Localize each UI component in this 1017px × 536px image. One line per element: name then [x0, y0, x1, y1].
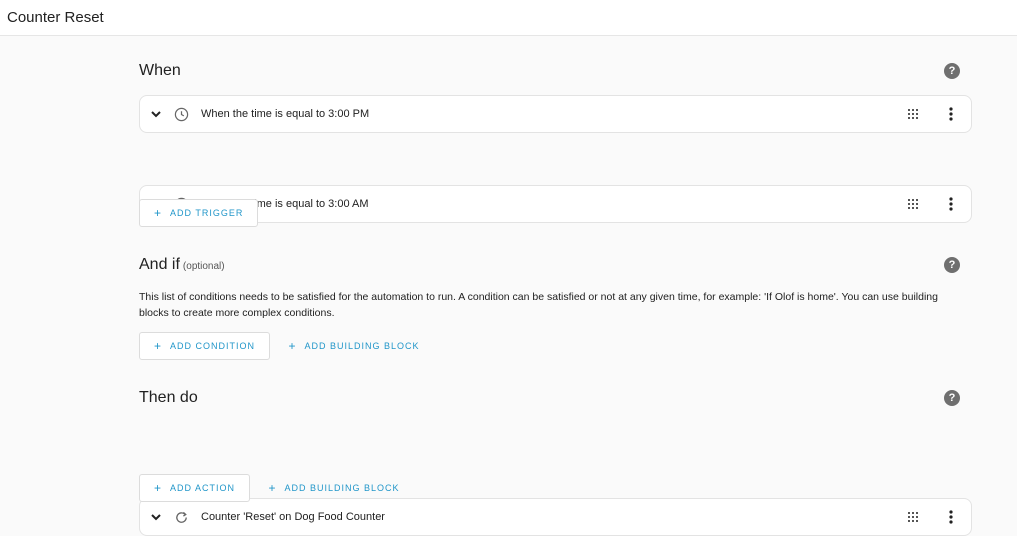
add-building-block-button[interactable]: + ADD BUILDING BLOCK — [274, 332, 433, 360]
help-icon[interactable]: ? — [944, 63, 960, 79]
plus-icon: + — [288, 339, 297, 353]
add-condition-button[interactable]: + ADD CONDITION — [139, 332, 271, 360]
plus-icon: + — [154, 206, 163, 220]
plus-icon: + — [154, 339, 163, 353]
trigger-label: When the time is equal to 3:00 PM — [201, 108, 370, 120]
when-header: When ? — [139, 62, 972, 86]
when-actions: + ADD TRIGGER — [139, 199, 972, 227]
when-section: When ? — [139, 62, 972, 86]
add-trigger-button[interactable]: + ADD TRIGGER — [139, 199, 259, 227]
and-if-header: And if (optional) ? — [139, 256, 972, 280]
refresh-icon — [173, 509, 189, 525]
add-trigger-label: ADD TRIGGER — [170, 208, 244, 218]
plus-icon: + — [268, 481, 277, 495]
then-do-actions: + ADD ACTION + ADD BUILDING BLOCK — [139, 474, 972, 502]
add-building-block-label: ADD BUILDING BLOCK — [304, 341, 420, 351]
then-do-heading: Then do — [139, 389, 198, 406]
add-building-block-label: ADD BUILDING BLOCK — [284, 483, 400, 493]
add-condition-label: ADD CONDITION — [170, 341, 256, 351]
add-action-label: ADD ACTION — [170, 483, 236, 493]
add-building-block-button[interactable]: + ADD BUILDING BLOCK — [254, 474, 413, 502]
drag-handle-icon[interactable] — [907, 108, 919, 120]
automation-editor: When ? When the time is equal to 3:00 PM — [0, 36, 1017, 536]
trigger-card[interactable]: When the time is equal to 3:00 PM — [139, 95, 972, 133]
when-heading: When — [139, 62, 181, 79]
optional-label: (optional) — [182, 261, 225, 272]
more-menu-icon[interactable] — [945, 106, 957, 122]
and-if-actions: + ADD CONDITION + ADD BUILDING BLOCK — [139, 332, 972, 360]
plus-icon: + — [154, 481, 163, 495]
page-title: Counter Reset — [7, 9, 104, 26]
action-card[interactable]: Counter 'Reset' on Dog Food Counter — [139, 498, 972, 536]
and-if-section: And if (optional) ? — [139, 256, 972, 280]
clock-icon — [173, 106, 189, 122]
drag-handle-icon[interactable] — [907, 511, 919, 523]
and-if-heading: And if — [139, 256, 180, 273]
chevron-down-icon[interactable] — [151, 513, 163, 521]
action-label: Counter 'Reset' on Dog Food Counter — [201, 511, 385, 523]
help-icon[interactable]: ? — [944, 257, 960, 273]
then-do-header: Then do ? — [139, 389, 972, 413]
more-menu-icon[interactable] — [945, 509, 957, 525]
chevron-down-icon[interactable] — [151, 110, 163, 118]
add-action-button[interactable]: + ADD ACTION — [139, 474, 251, 502]
help-icon[interactable]: ? — [944, 390, 960, 406]
top-bar: Counter Reset — [0, 0, 1017, 36]
conditions-description: This list of conditions needs to be sati… — [139, 291, 938, 319]
and-if-description-wrap: This list of conditions needs to be sati… — [139, 289, 972, 321]
then-do-section: Then do ? — [139, 389, 972, 413]
